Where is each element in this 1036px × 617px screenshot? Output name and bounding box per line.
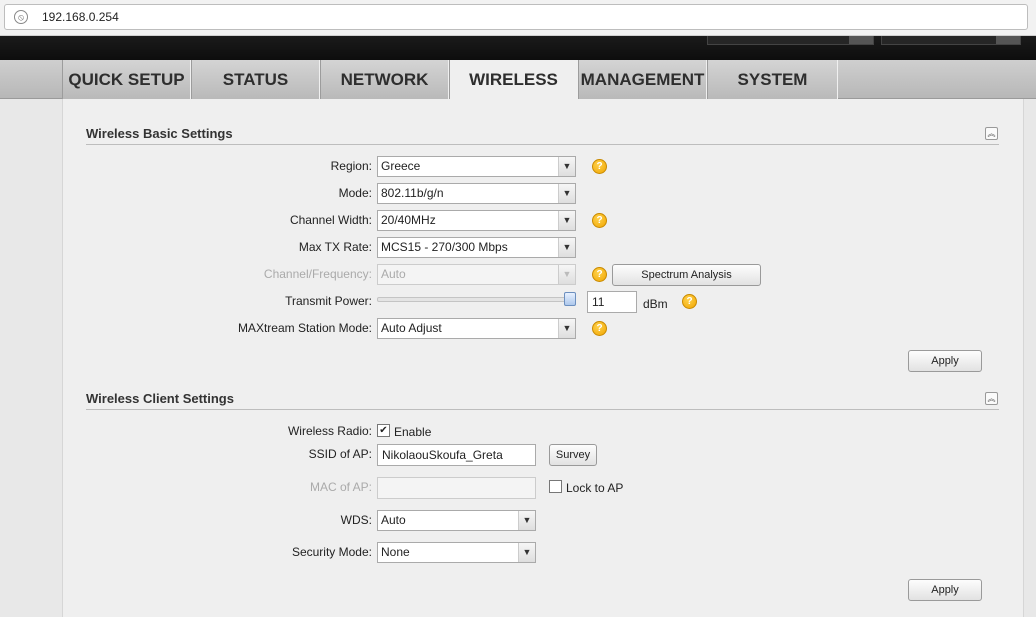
chevron-down-icon: ▼: [558, 211, 575, 230]
channel-width-label: Channel Width:: [289, 213, 372, 227]
header-banner: [0, 36, 1036, 60]
wireless-radio-checkbox[interactable]: ✔: [377, 424, 390, 437]
main-nav-tabs: QUICK SETUP STATUS NETWORK WIRELESS MANA…: [0, 60, 1036, 100]
help-icon[interactable]: ?: [682, 294, 697, 309]
transmit-power-slider-handle[interactable]: [564, 292, 576, 306]
mode-value: 802.11b/g/n: [381, 186, 444, 200]
chevron-down-icon: ▼: [558, 238, 575, 257]
transmit-power-label: Transmit Power:: [285, 294, 372, 308]
chevron-down-icon: ▼: [518, 511, 535, 530]
tab-network[interactable]: NETWORK: [320, 60, 449, 99]
apply-client-button[interactable]: Apply: [908, 579, 982, 601]
max-tx-rate-select[interactable]: MCS15 - 270/300 Mbps ▼: [377, 237, 576, 258]
spectrum-analysis-button[interactable]: Spectrum Analysis: [612, 264, 761, 286]
transmit-power-input[interactable]: 11: [587, 291, 637, 313]
wireless-radio-enable-label: Enable: [394, 425, 432, 439]
ssid-input[interactable]: NikolaouSkoufa_Greta: [377, 444, 536, 466]
header-control-2: [881, 36, 1021, 45]
max-tx-rate-value: MCS15 - 270/300 Mbps: [381, 240, 508, 254]
channel-width-value: 20/40MHz: [381, 213, 436, 227]
security-mode-value: None: [381, 545, 410, 559]
mode-label: Mode:: [338, 186, 372, 200]
security-mode-select[interactable]: None ▼: [377, 542, 536, 563]
maxtream-station-mode-select[interactable]: Auto Adjust ▼: [377, 318, 576, 339]
channel-frequency-value: Auto: [381, 267, 406, 281]
tab-quick-setup[interactable]: QUICK SETUP: [62, 60, 191, 99]
lock-to-ap-label: Lock to AP: [566, 481, 624, 495]
collapse-icon[interactable]: ︽: [985, 392, 998, 405]
help-icon[interactable]: ?: [592, 321, 607, 336]
tab-management[interactable]: MANAGEMENT: [578, 60, 707, 99]
apply-basic-button[interactable]: Apply: [908, 350, 982, 372]
tab-system[interactable]: SYSTEM: [707, 60, 838, 99]
max-tx-rate-label: Max TX Rate:: [298, 240, 372, 254]
header-control-1: [707, 36, 874, 45]
section-divider: [86, 144, 999, 145]
wireless-radio-label: Wireless Radio:: [287, 424, 372, 438]
survey-button[interactable]: Survey: [549, 444, 597, 466]
tab-wireless[interactable]: WIRELESS: [449, 60, 578, 100]
mode-select[interactable]: 802.11b/g/n ▼: [377, 183, 576, 204]
chevron-down-icon: ▼: [558, 184, 575, 203]
channel-frequency-label: Channel/Frequency:: [263, 267, 372, 281]
help-icon[interactable]: ?: [592, 159, 607, 174]
ssid-label: SSID of AP:: [308, 447, 372, 461]
maxtream-station-mode-value: Auto Adjust: [381, 321, 442, 335]
mac-input: [377, 477, 536, 499]
tab-status[interactable]: STATUS: [191, 60, 320, 99]
section-divider: [86, 409, 999, 410]
chevron-down-icon: ▼: [558, 157, 575, 176]
chevron-down-icon: ▼: [558, 265, 575, 284]
browser-address-bar: ⦸ 192.168.0.254: [0, 0, 1036, 36]
content-panel: Wireless Basic Settings ︽ Region: Greece…: [62, 99, 1024, 617]
wds-label: WDS:: [340, 513, 372, 527]
security-mode-label: Security Mode:: [291, 545, 372, 559]
wds-value: Auto: [381, 513, 406, 527]
channel-frequency-select: Auto ▼: [377, 264, 576, 285]
channel-width-select[interactable]: 20/40MHz ▼: [377, 210, 576, 231]
mac-label: MAC of AP:: [309, 480, 372, 494]
url-text: 192.168.0.254: [42, 10, 119, 24]
wds-select[interactable]: Auto ▼: [377, 510, 536, 531]
section-title-basic: Wireless Basic Settings: [86, 126, 233, 141]
help-icon[interactable]: ?: [592, 213, 607, 228]
region-select[interactable]: Greece ▼: [377, 156, 576, 177]
transmit-power-unit: dBm: [643, 297, 668, 311]
region-value: Greece: [381, 159, 421, 173]
section-title-client: Wireless Client Settings: [86, 391, 234, 406]
chevron-down-icon: ▼: [558, 319, 575, 338]
maxtream-station-mode-label: MAXtream Station Mode:: [237, 321, 372, 335]
transmit-power-slider[interactable]: [377, 297, 576, 302]
site-info-icon[interactable]: ⦸: [14, 10, 28, 24]
region-label: Region:: [330, 159, 372, 173]
collapse-icon[interactable]: ︽: [985, 127, 998, 140]
chevron-down-icon: ▼: [518, 543, 535, 562]
help-icon[interactable]: ?: [592, 267, 607, 282]
lock-to-ap-checkbox[interactable]: [549, 480, 562, 493]
url-field[interactable]: ⦸ 192.168.0.254: [4, 4, 1028, 30]
